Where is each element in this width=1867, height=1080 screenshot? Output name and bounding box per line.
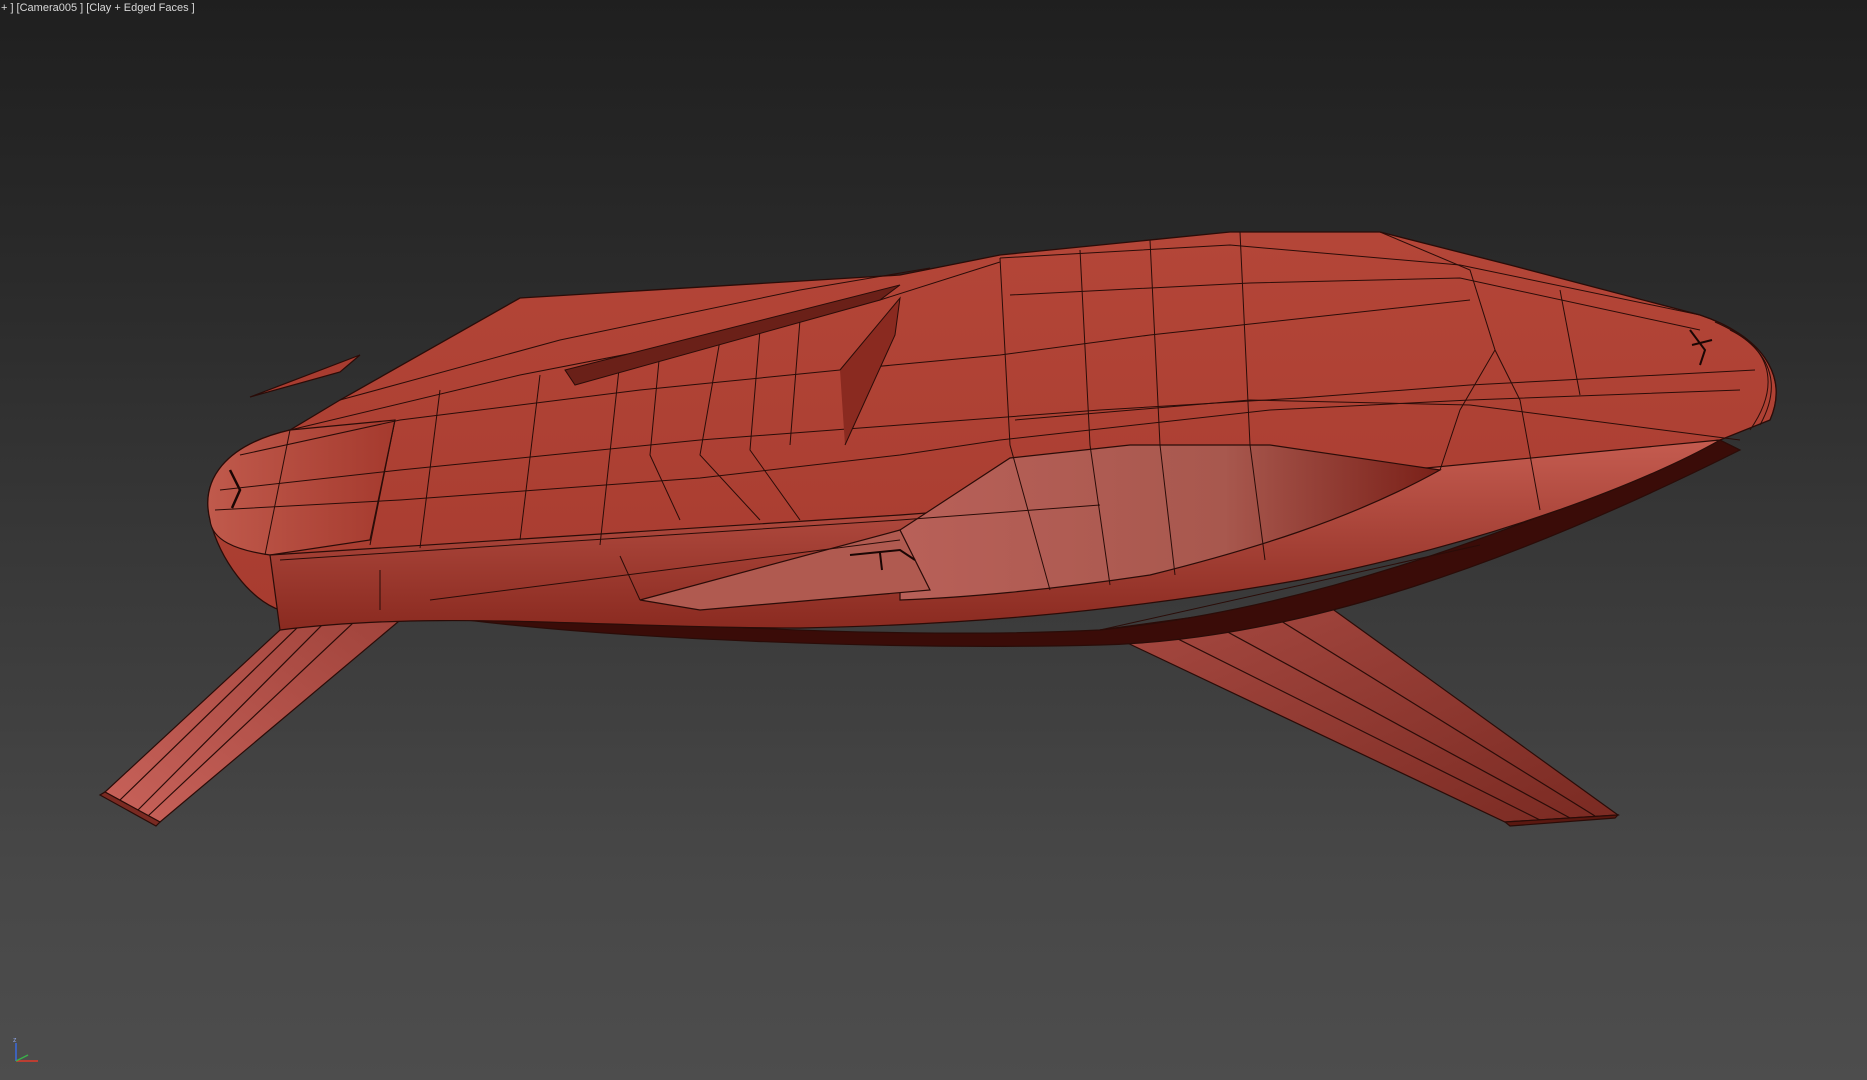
3d-viewport[interactable]: + ] [Camera005 ] [Clay + Edged Faces ] z xyxy=(0,0,1867,1080)
dorsal-fin xyxy=(249,354,361,398)
axis-gizmo: z xyxy=(13,1037,38,1062)
spaceship-model[interactable] xyxy=(0,0,1867,1080)
axis-z-label: z xyxy=(13,1037,17,1044)
left-wing xyxy=(98,594,431,827)
hull-nose-left xyxy=(207,419,396,556)
